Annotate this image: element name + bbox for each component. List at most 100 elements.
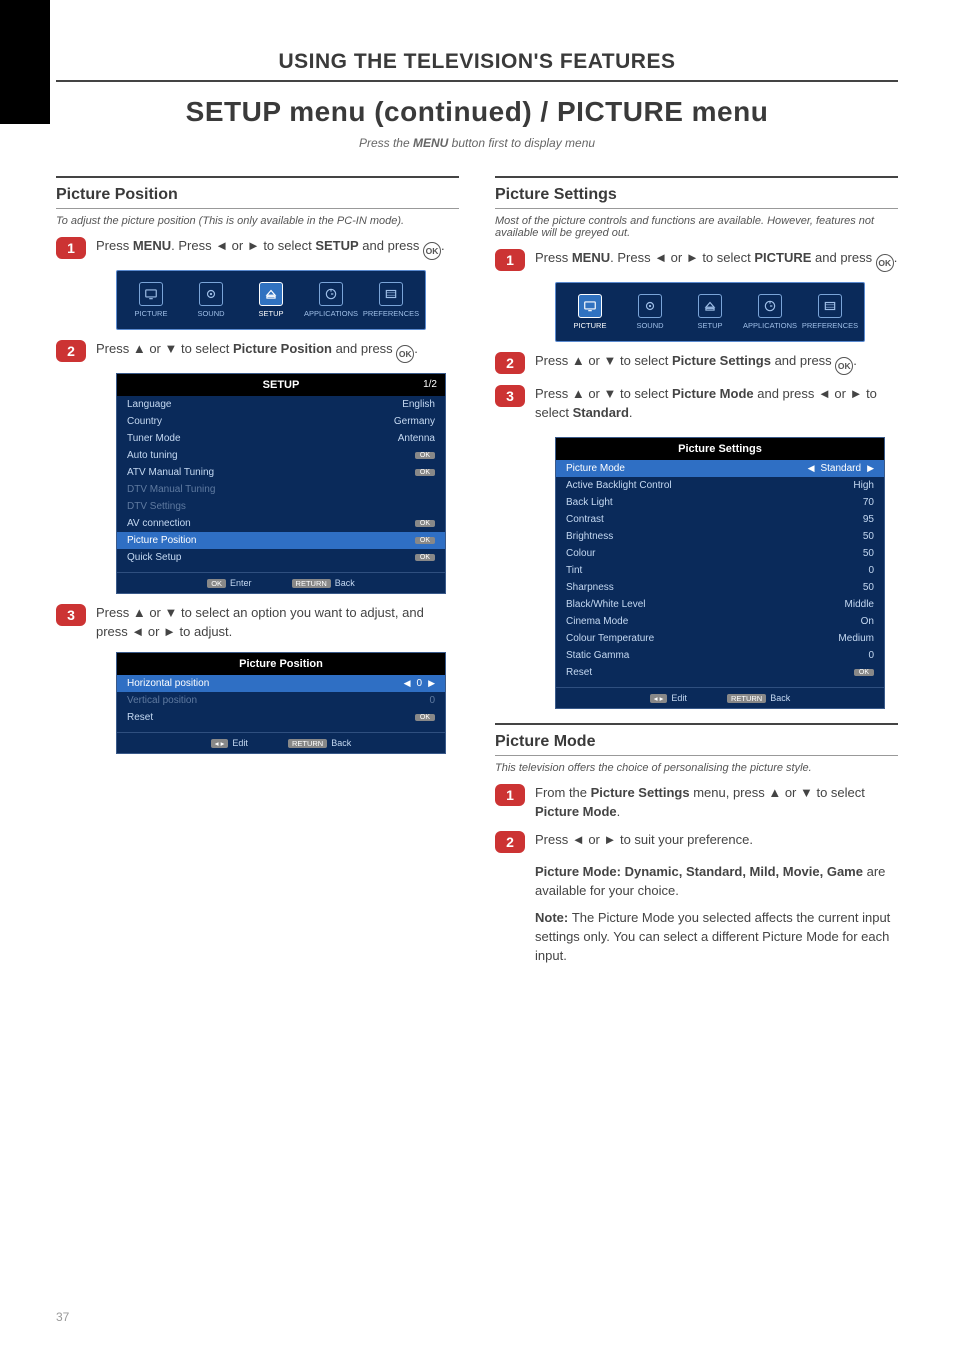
table-row: Contrast95 [556,511,884,528]
subtitle-lead: Press the [359,136,413,150]
row-label: Black/White Level [566,599,645,610]
row-value: Germany [394,416,435,427]
row-label: Brightness [566,531,613,542]
table-row: DTV Manual Tuning [117,481,445,498]
step-number-3: 3 [495,385,525,407]
right-step-3-text: Press ▲ or ▼ to select Picture Mode and … [535,385,898,423]
ok-badge: OK [415,537,435,544]
row-label: Colour [566,548,595,559]
picture-settings-panel: Picture Settings Picture Mode ◀Standard▶ A… [555,437,885,709]
table-row: AV connection OK [117,515,445,532]
row-label: Country [127,416,162,427]
table-row: Quick Setup OK [117,549,445,566]
applications-icon [758,294,782,318]
picture-icon [578,294,602,318]
table-row: Active Backlight Control High [556,477,884,494]
table-row: Brightness50 [556,528,884,545]
row-value: English [402,399,435,410]
preferences-icon [379,282,403,306]
row-value: High [853,480,874,491]
row-value: 0 [429,695,435,706]
menubar-item-setup: SETUP [680,294,740,330]
step-number-2: 2 [56,340,86,362]
table-row: Horizontal position◀0▶ [117,675,445,692]
table-row: Auto tuning OK [117,447,445,464]
ok-badge: OK [415,452,435,459]
row-label: Picture Position [127,535,196,546]
page-title: SETUP menu (continued) / PICTURE menu [56,96,898,128]
row-label: Horizontal position [127,678,209,689]
ok-badge: OK [415,469,435,476]
setup-panel: SETUP 1/2 LanguageEnglishCountryGermanyT… [116,373,446,594]
ok-badge: OK [415,520,435,527]
left-step-1-text: Press MENU. Press ◄ or ► to select SETUP… [96,237,459,260]
row-label: Sharpness [566,582,614,593]
left-step-3-text: Press ▲ or ▼ to select an option you wan… [96,604,459,642]
subtitle-menu-key: MENU [413,136,448,150]
row-label: Static Gamma [566,650,629,661]
row-label: Vertical position [127,695,197,706]
applications-icon [319,282,343,306]
table-row: Picture Position OK [117,532,445,549]
picture-mode-options: Picture Mode: Dynamic, Standard, Mild, M… [535,863,898,901]
menubar-item-sound: SOUND [181,282,241,318]
row-value: On [861,616,874,627]
left-column: Picture Position To adjust the picture p… [56,174,459,966]
table-row: ResetOK [117,709,445,726]
left-step-2-text: Press ▲ or ▼ to select Picture Position … [96,340,459,363]
row-label: AV connection [127,518,191,529]
page-number: 37 [56,1310,69,1324]
table-row: Vertical position 0 [117,692,445,709]
setup-icon [259,282,283,306]
left-arrow-icon: ◀ [404,678,411,689]
menubar-item-sound: SOUND [620,294,680,330]
ps-panel-footer: ◂ ▸Edit RETURNBack [556,687,884,708]
row-value: 50 [863,582,874,593]
chapter-title: USING THE TELEVISION'S FEATURES [56,50,898,82]
row-value: 0 [868,565,874,576]
row-value: OK [415,450,435,461]
left-step-2: 2 Press ▲ or ▼ to select Picture Positio… [56,340,459,363]
page-subtitle: Press the MENU button first to display m… [56,136,898,150]
right-arrow-icon: ▶ [867,463,874,474]
ok-badge: OK [854,669,874,676]
ok-badge: OK [415,554,435,561]
right-step-2: 2 Press ▲ or ▼ to select Picture Setting… [495,352,898,375]
table-row: Colour TemperatureMedium [556,630,884,647]
row-label: Picture Mode [566,463,625,474]
row-label: Contrast [566,514,604,525]
ok-icon: OK [876,254,894,272]
step-number-3: 3 [56,604,86,626]
step-number-1: 1 [56,237,86,259]
row-label: Language [127,399,172,410]
picture-position-panel: Picture Position Horizontal position ◀ 0 ▶ V… [116,652,446,754]
table-row: Tint0 [556,562,884,579]
row-value: ◀Standard▶ [808,463,874,474]
table-row: Tuner ModeAntenna [117,430,445,447]
row-label: Auto tuning [127,450,178,461]
section-desc-picture-mode: This television offers the choice of per… [495,762,898,774]
step-number-2: 2 [495,352,525,374]
section-title-picture-settings: Picture Settings [495,186,898,204]
ok-icon: OK [423,242,441,260]
step-number-1: 1 [495,249,525,271]
row-label: Quick Setup [127,552,181,563]
menubar-item-applications: APPLICATIONS [740,294,800,330]
row-value: OK [415,552,435,563]
preferences-icon [818,294,842,318]
row-label: DTV Manual Tuning [127,484,215,495]
right-column: Picture Settings Most of the picture con… [495,174,898,966]
section-desc-picture-settings: Most of the picture controls and functio… [495,215,898,239]
row-value: OK [854,667,874,678]
picture-mode-note: Note: The Picture Mode you selected affe… [535,909,898,966]
table-row: Picture Mode ◀Standard▶ [556,460,884,477]
section-desc-picture-position: To adjust the picture position (This is … [56,215,459,227]
ps-panel-title: Picture Settings [678,443,762,455]
section-title-picture-position: Picture Position [56,186,459,204]
row-value: OK [415,518,435,529]
row-value: 70 [863,497,874,508]
pp-panel-title: Picture Position [239,658,323,670]
row-label: Active Backlight Control [566,480,672,491]
right-arrow-icon: ▶ [428,678,435,689]
row-value: Antenna [398,433,435,444]
